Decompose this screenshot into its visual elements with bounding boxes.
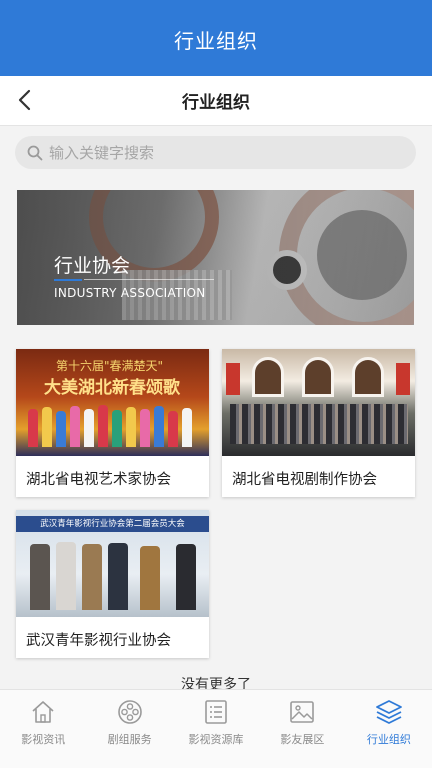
page-title: 行业组织 <box>182 93 250 113</box>
organization-name: 湖北省电视艺术家协会 <box>26 472 171 488</box>
photo-caption: 武汉青年影视行业协会第二届会员大会 <box>16 516 209 532</box>
banner-subtitle: INDUSTRY ASSOCIATION <box>54 286 206 300</box>
organization-photo <box>222 349 415 456</box>
tab-industry-organizations[interactable]: 行业组织 <box>346 690 432 768</box>
photo-caption: 第十六届"春满楚天" <box>56 359 164 373</box>
organization-photo: 第十六届"春满楚天" 大美湖北新春颂歌 <box>16 349 209 456</box>
no-more-text: 没有更多了 <box>181 677 251 689</box>
organization-name: 湖北省电视剧制作协会 <box>232 472 377 488</box>
tab-crew-services[interactable]: 剧组服务 <box>86 690 172 768</box>
tab-label: 影视资源库 <box>188 733 244 746</box>
app-title: 行业组织 <box>174 28 258 53</box>
film-reel-icon <box>116 698 144 726</box>
tab-label: 行业组织 <box>366 733 411 746</box>
app-header: 行业组织 <box>0 0 432 76</box>
search-icon <box>27 145 43 160</box>
organization-card[interactable]: 第十六届"春满楚天" 大美湖北新春颂歌 湖北省电视艺术家协会 <box>16 349 209 497</box>
search-input[interactable] <box>49 143 389 162</box>
home-icon <box>29 698 57 726</box>
navigation-bar: 行业组织 <box>0 76 432 126</box>
organization-card[interactable]: 武汉青年影视行业协会第二届会员大会 武汉青年影视行业协会 <box>16 510 209 658</box>
tab-fan-gallery[interactable]: 影友展区 <box>259 690 345 768</box>
tab-label: 剧组服务 <box>107 733 152 746</box>
banner-title: 行业协会 <box>54 255 131 277</box>
tab-news[interactable]: 影视资讯 <box>0 690 86 768</box>
organization-card[interactable]: 湖北省电视剧制作协会 <box>222 349 415 497</box>
tab-label: 影友展区 <box>280 733 325 746</box>
bottom-tab-bar: 影视资讯 剧组服务 影视资源库 影友展区 行业组织 <box>0 689 432 768</box>
list-icon <box>202 698 230 726</box>
chevron-left-icon <box>18 89 31 111</box>
organization-name: 武汉青年影视行业协会 <box>26 633 171 649</box>
industry-association-banner[interactable]: 行业协会 INDUSTRY ASSOCIATION <box>17 190 414 325</box>
search-bar[interactable] <box>15 136 416 169</box>
photo-headline: 大美湖北新春颂歌 <box>44 378 180 398</box>
content-area[interactable]: 行业协会 INDUSTRY ASSOCIATION 第十六届"春满楚天" 大美湖… <box>0 127 432 689</box>
layers-icon <box>375 698 403 726</box>
back-button[interactable] <box>10 85 40 115</box>
image-icon <box>288 698 316 726</box>
tab-label: 影视资讯 <box>21 733 66 746</box>
tab-resource-library[interactable]: 影视资源库 <box>173 690 259 768</box>
organization-photo: 武汉青年影视行业协会第二届会员大会 <box>16 510 209 617</box>
